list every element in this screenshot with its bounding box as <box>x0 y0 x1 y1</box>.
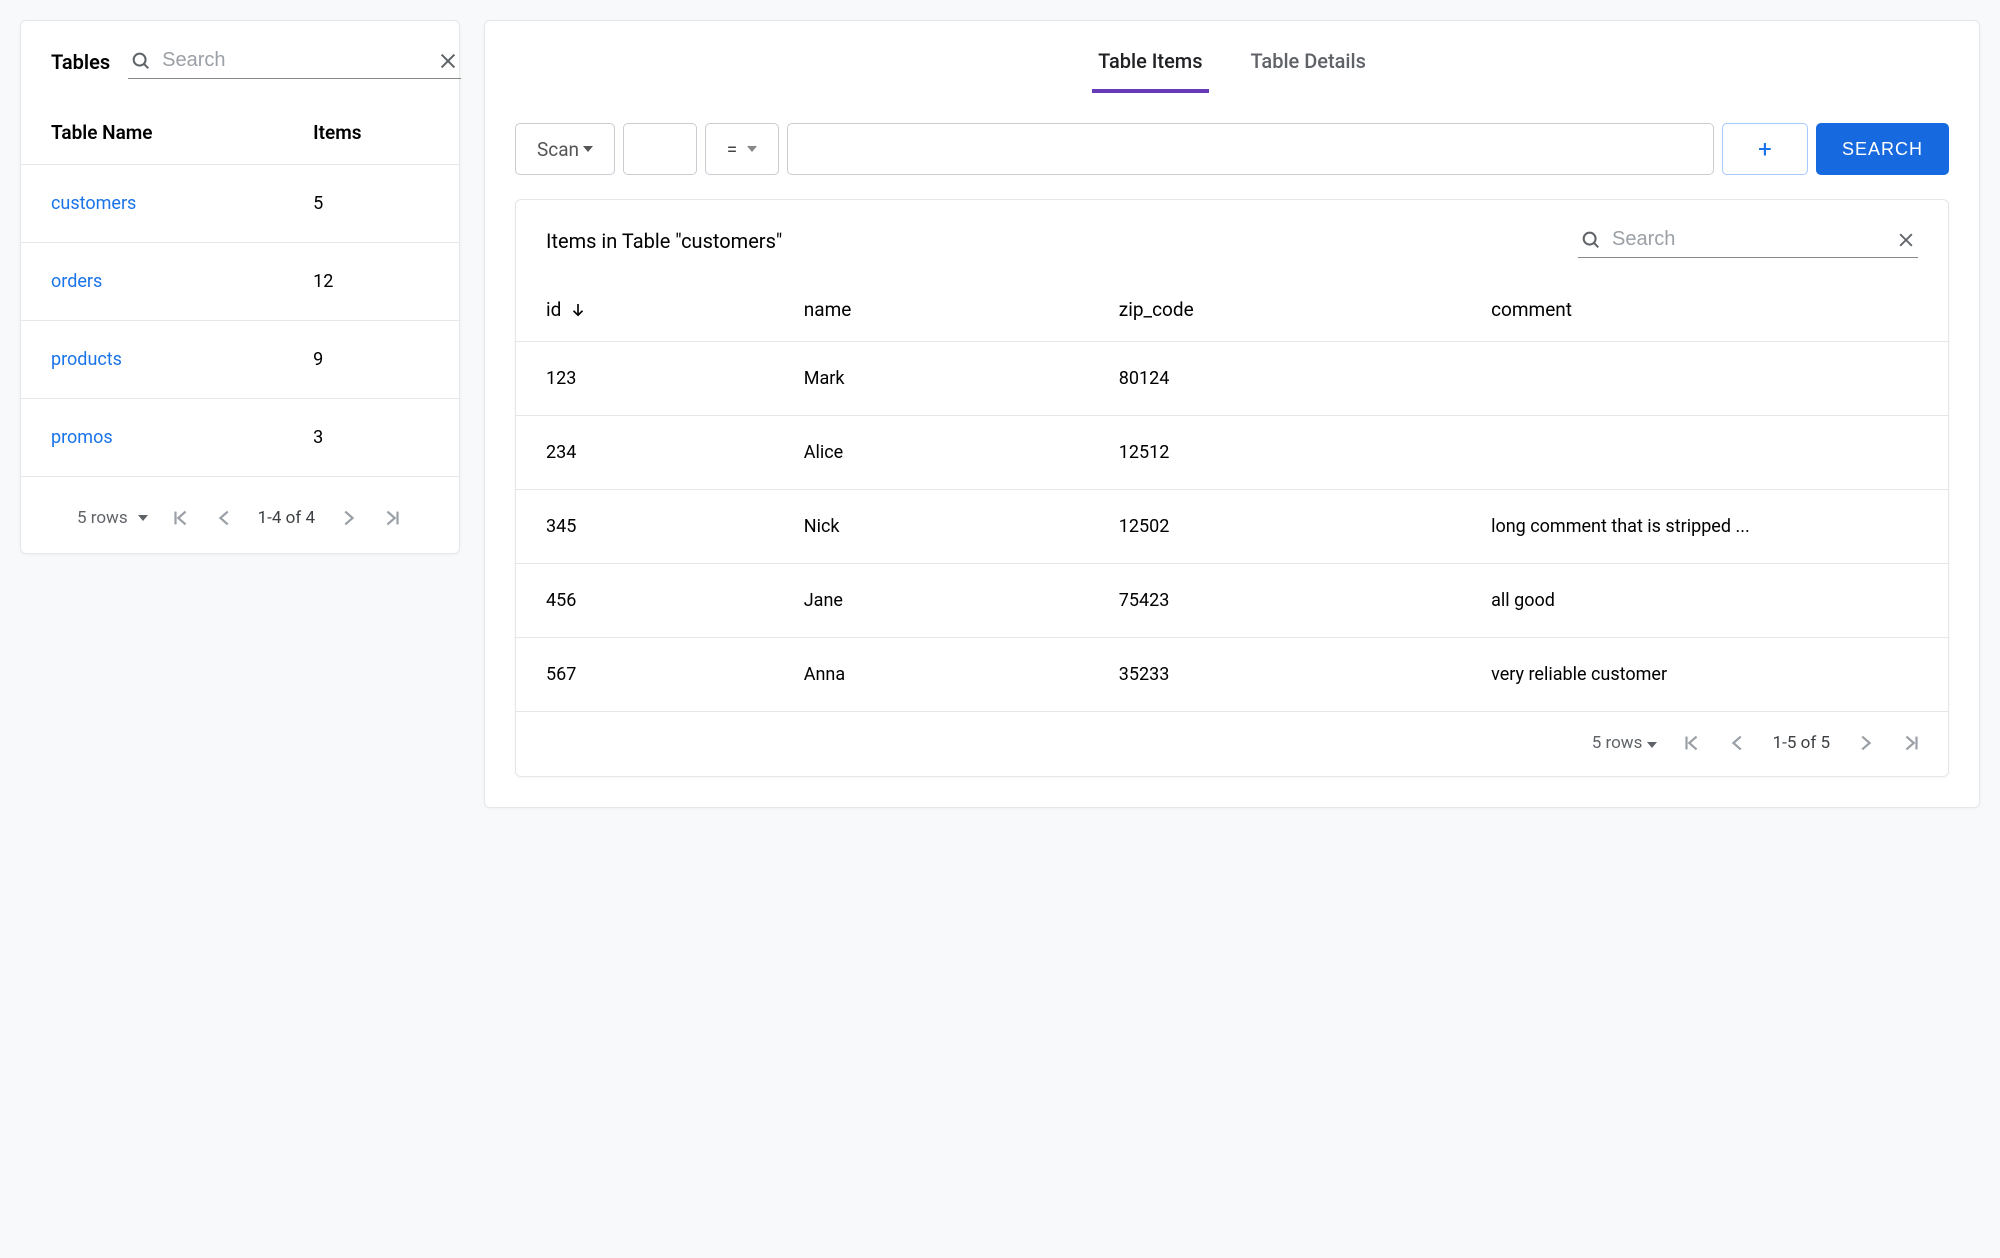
table-row[interactable]: orders 12 <box>21 243 459 321</box>
next-page-icon[interactable] <box>1854 732 1876 754</box>
cell-zip: 75423 <box>1089 564 1461 638</box>
table-link-products[interactable]: products <box>51 349 122 370</box>
tabs: Table Items Table Details <box>485 21 1979 93</box>
items-search-input[interactable] <box>1612 228 1886 251</box>
item-row[interactable]: 345 Nick 12502 long comment that is stri… <box>516 490 1948 564</box>
cell-comment <box>1461 416 1948 490</box>
page-range: 1-5 of 5 <box>1773 733 1830 753</box>
items-title: Items in Table "customers" <box>546 229 1558 253</box>
first-page-icon[interactable] <box>170 507 192 529</box>
close-icon[interactable] <box>437 50 459 72</box>
cell-name: Jane <box>774 564 1089 638</box>
last-page-icon[interactable] <box>1900 732 1922 754</box>
tables-search-box[interactable] <box>128 45 461 79</box>
cell-name: Nick <box>774 490 1089 564</box>
cell-comment: all good <box>1461 564 1948 638</box>
rows-per-page-label: 5 rows <box>77 508 128 528</box>
caret-down-icon <box>138 515 148 521</box>
items-paginator: 5 rows 1-5 of 5 <box>516 711 1948 776</box>
search-icon[interactable] <box>1580 229 1602 251</box>
cell-comment: very reliable customer <box>1461 638 1948 712</box>
details-panel: Table Items Table Details Scan = + SEARC… <box>484 20 1980 808</box>
arrow-down-icon <box>569 301 587 319</box>
col-name[interactable]: name <box>774 272 1089 342</box>
rows-per-page-label: 5 rows <box>1592 733 1643 753</box>
table-link-orders[interactable]: orders <box>51 271 102 292</box>
cell-name: Alice <box>774 416 1089 490</box>
prev-page-icon[interactable] <box>1727 732 1749 754</box>
table-link-customers[interactable]: customers <box>51 193 136 214</box>
caret-down-icon <box>1647 742 1657 748</box>
cell-name: Anna <box>774 638 1089 712</box>
cell-name: Mark <box>774 342 1089 416</box>
tables-paginator: 5 rows 1-4 of 4 <box>21 477 459 553</box>
rows-per-page-select[interactable]: 5 rows <box>77 508 148 528</box>
tab-table-details[interactable]: Table Details <box>1245 39 1372 93</box>
cell-id: 123 <box>516 342 774 416</box>
col-id-label: id <box>546 298 561 321</box>
tab-table-items[interactable]: Table Items <box>1092 39 1208 93</box>
plus-icon: + <box>1758 135 1772 163</box>
items-card: Items in Table "customers" id <box>515 199 1949 777</box>
cell-comment <box>1461 342 1948 416</box>
filter-mode-select[interactable]: Scan <box>515 123 615 175</box>
filter-operator-select[interactable]: = <box>705 123 779 175</box>
search-icon[interactable] <box>130 50 152 72</box>
rows-per-page-select[interactable]: 5 rows <box>1592 733 1657 753</box>
cell-id: 456 <box>516 564 774 638</box>
table-items-count: 9 <box>283 321 459 399</box>
col-id[interactable]: id <box>546 298 744 321</box>
add-filter-button[interactable]: + <box>1722 123 1808 175</box>
caret-down-icon <box>583 146 593 152</box>
item-row[interactable]: 234 Alice 12512 <box>516 416 1948 490</box>
close-icon[interactable] <box>1896 230 1916 250</box>
table-row[interactable]: promos 3 <box>21 399 459 477</box>
cell-comment: long comment that is stripped ... <box>1461 490 1948 564</box>
caret-down-icon <box>747 146 757 152</box>
filter-operator-label: = <box>727 138 737 161</box>
table-items-count: 3 <box>283 399 459 477</box>
filter-attribute-select[interactable] <box>623 123 697 175</box>
item-row[interactable]: 456 Jane 75423 all good <box>516 564 1948 638</box>
prev-page-icon[interactable] <box>214 507 236 529</box>
col-comment[interactable]: comment <box>1461 272 1948 342</box>
cell-zip: 80124 <box>1089 342 1461 416</box>
cell-id: 567 <box>516 638 774 712</box>
search-button[interactable]: SEARCH <box>1816 123 1949 175</box>
cell-zip: 12502 <box>1089 490 1461 564</box>
table-link-promos[interactable]: promos <box>51 427 113 448</box>
cell-zip: 35233 <box>1089 638 1461 712</box>
items-search-box[interactable] <box>1578 224 1918 258</box>
cell-id: 234 <box>516 416 774 490</box>
col-items[interactable]: Items <box>283 91 459 165</box>
table-row[interactable]: products 9 <box>21 321 459 399</box>
col-zip-code[interactable]: zip_code <box>1089 272 1461 342</box>
first-page-icon[interactable] <box>1681 732 1703 754</box>
item-row[interactable]: 567 Anna 35233 very reliable customer <box>516 638 1948 712</box>
tables-panel: Tables Table Name Items customers 5 <box>20 20 460 554</box>
filter-mode-label: Scan <box>537 138 579 161</box>
last-page-icon[interactable] <box>381 507 403 529</box>
col-table-name[interactable]: Table Name <box>21 91 283 165</box>
cell-zip: 12512 <box>1089 416 1461 490</box>
tables-title: Tables <box>51 50 110 74</box>
filter-value-input[interactable] <box>787 123 1714 175</box>
next-page-icon[interactable] <box>337 507 359 529</box>
table-items-count: 5 <box>283 165 459 243</box>
table-items-count: 12 <box>283 243 459 321</box>
cell-id: 345 <box>516 490 774 564</box>
tables-search-input[interactable] <box>162 49 427 72</box>
page-range: 1-4 of 4 <box>258 508 315 528</box>
item-row[interactable]: 123 Mark 80124 <box>516 342 1948 416</box>
filter-row: Scan = + SEARCH <box>485 93 1979 199</box>
table-row[interactable]: customers 5 <box>21 165 459 243</box>
